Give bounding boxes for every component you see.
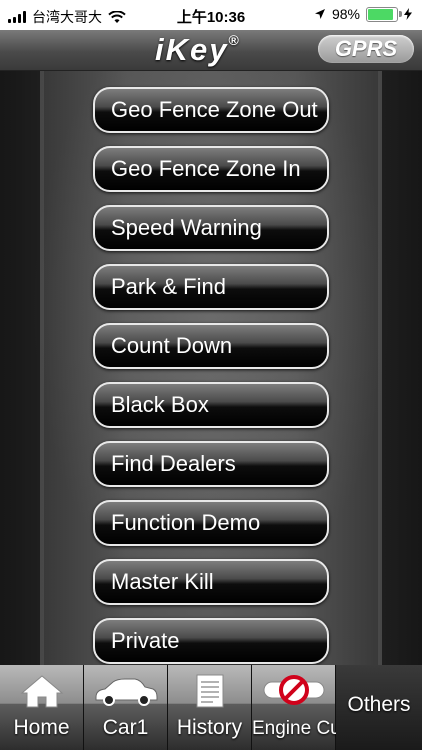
location-arrow-icon (314, 9, 325, 19)
tab-home[interactable]: Home (0, 665, 84, 750)
tab-history[interactable]: History (168, 665, 252, 750)
tab-engine-cut[interactable]: Engine Cut (252, 665, 347, 750)
black-box-button[interactable]: Black Box (93, 382, 329, 428)
find-dealers-button[interactable]: Find Dealers (93, 441, 329, 487)
app-header: iKey® GPRS (0, 30, 422, 71)
status-bar: 台湾大哥大 上午10:36 98% (0, 0, 422, 30)
tab-bar: Home Car1 History Engine Cut Others (0, 665, 422, 750)
document-icon (196, 674, 223, 708)
engine-cut-icon (263, 675, 324, 705)
menu-area: Geo Fence Zone Out Geo Fence Zone In Spe… (0, 71, 422, 665)
geo-fence-zone-out-button[interactable]: Geo Fence Zone Out (93, 87, 329, 133)
function-demo-button[interactable]: Function Demo (93, 500, 329, 546)
home-icon (20, 675, 63, 708)
battery-icon (366, 6, 402, 22)
gprs-mode-badge[interactable]: GPRS (318, 35, 414, 63)
battery-percentage: 98% (331, 6, 360, 22)
tab-engine-cut-label: Engine Cut (252, 718, 347, 739)
count-down-button[interactable]: Count Down (93, 323, 329, 369)
tab-car1[interactable]: Car1 (84, 665, 168, 750)
tab-others[interactable]: Others (336, 665, 422, 750)
speed-warning-button[interactable]: Speed Warning (93, 205, 329, 251)
private-button[interactable]: Private (93, 618, 329, 664)
tab-history-label: History (176, 716, 243, 739)
app-logo: iKey® (155, 31, 241, 67)
charging-bolt-icon (404, 8, 412, 20)
park-and-find-button[interactable]: Park & Find (93, 264, 329, 310)
tab-others-label: Others (347, 693, 411, 716)
tab-home-label: Home (13, 716, 70, 739)
geo-fence-zone-in-button[interactable]: Geo Fence Zone In (93, 146, 329, 192)
tab-car1-label: Car1 (102, 716, 149, 739)
car-icon (95, 678, 157, 706)
master-kill-button[interactable]: Master Kill (93, 559, 329, 605)
